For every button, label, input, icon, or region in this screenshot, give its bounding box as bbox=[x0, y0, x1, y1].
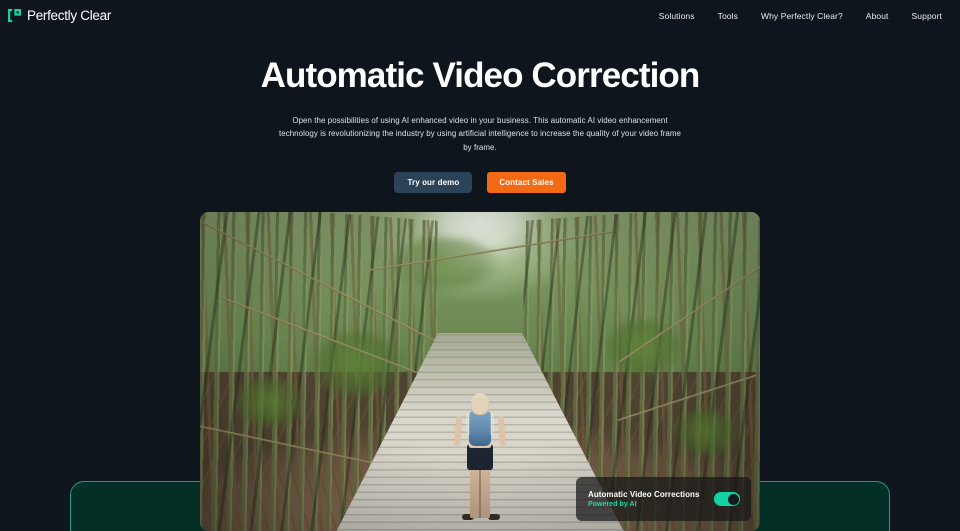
site-header: Perfectly Clear Solutions Tools Why Perf… bbox=[0, 0, 960, 31]
video-correction-subtitle: Powered by AI bbox=[588, 501, 699, 508]
nav-item-support[interactable]: Support bbox=[912, 11, 942, 21]
nav-item-why-perfectly-clear[interactable]: Why Perfectly Clear? bbox=[761, 11, 843, 21]
toggle-knob-icon bbox=[728, 494, 739, 505]
nav-item-solutions[interactable]: Solutions bbox=[659, 11, 695, 21]
video-correction-badge: Automatic Video Corrections Powered by A… bbox=[576, 477, 751, 521]
hero-actions: Try our demo Contact Sales bbox=[0, 172, 960, 193]
brand-name: Perfectly Clear bbox=[27, 8, 111, 23]
page-title: Automatic Video Correction bbox=[0, 58, 960, 95]
video-correction-toggle[interactable] bbox=[714, 492, 740, 506]
nav-item-tools[interactable]: Tools bbox=[718, 11, 738, 21]
hero-video-player[interactable]: Automatic Video Corrections Powered by A… bbox=[200, 212, 760, 531]
brand-logo[interactable]: Perfectly Clear bbox=[8, 8, 111, 23]
contact-sales-button[interactable]: Contact Sales bbox=[487, 172, 565, 193]
try-demo-button[interactable]: Try our demo bbox=[394, 172, 472, 193]
hero-section: Automatic Video Correction Open the poss… bbox=[0, 31, 960, 193]
hero-description: Open the possibilities of using AI enhan… bbox=[275, 114, 685, 155]
hiker-figure bbox=[452, 368, 508, 518]
main-navigation: Solutions Tools Why Perfectly Clear? Abo… bbox=[659, 11, 946, 21]
bracket-logo-icon bbox=[8, 9, 21, 22]
video-correction-title: Automatic Video Corrections bbox=[588, 490, 699, 499]
video-correction-labels: Automatic Video Corrections Powered by A… bbox=[588, 490, 699, 508]
nav-item-about[interactable]: About bbox=[866, 11, 889, 21]
